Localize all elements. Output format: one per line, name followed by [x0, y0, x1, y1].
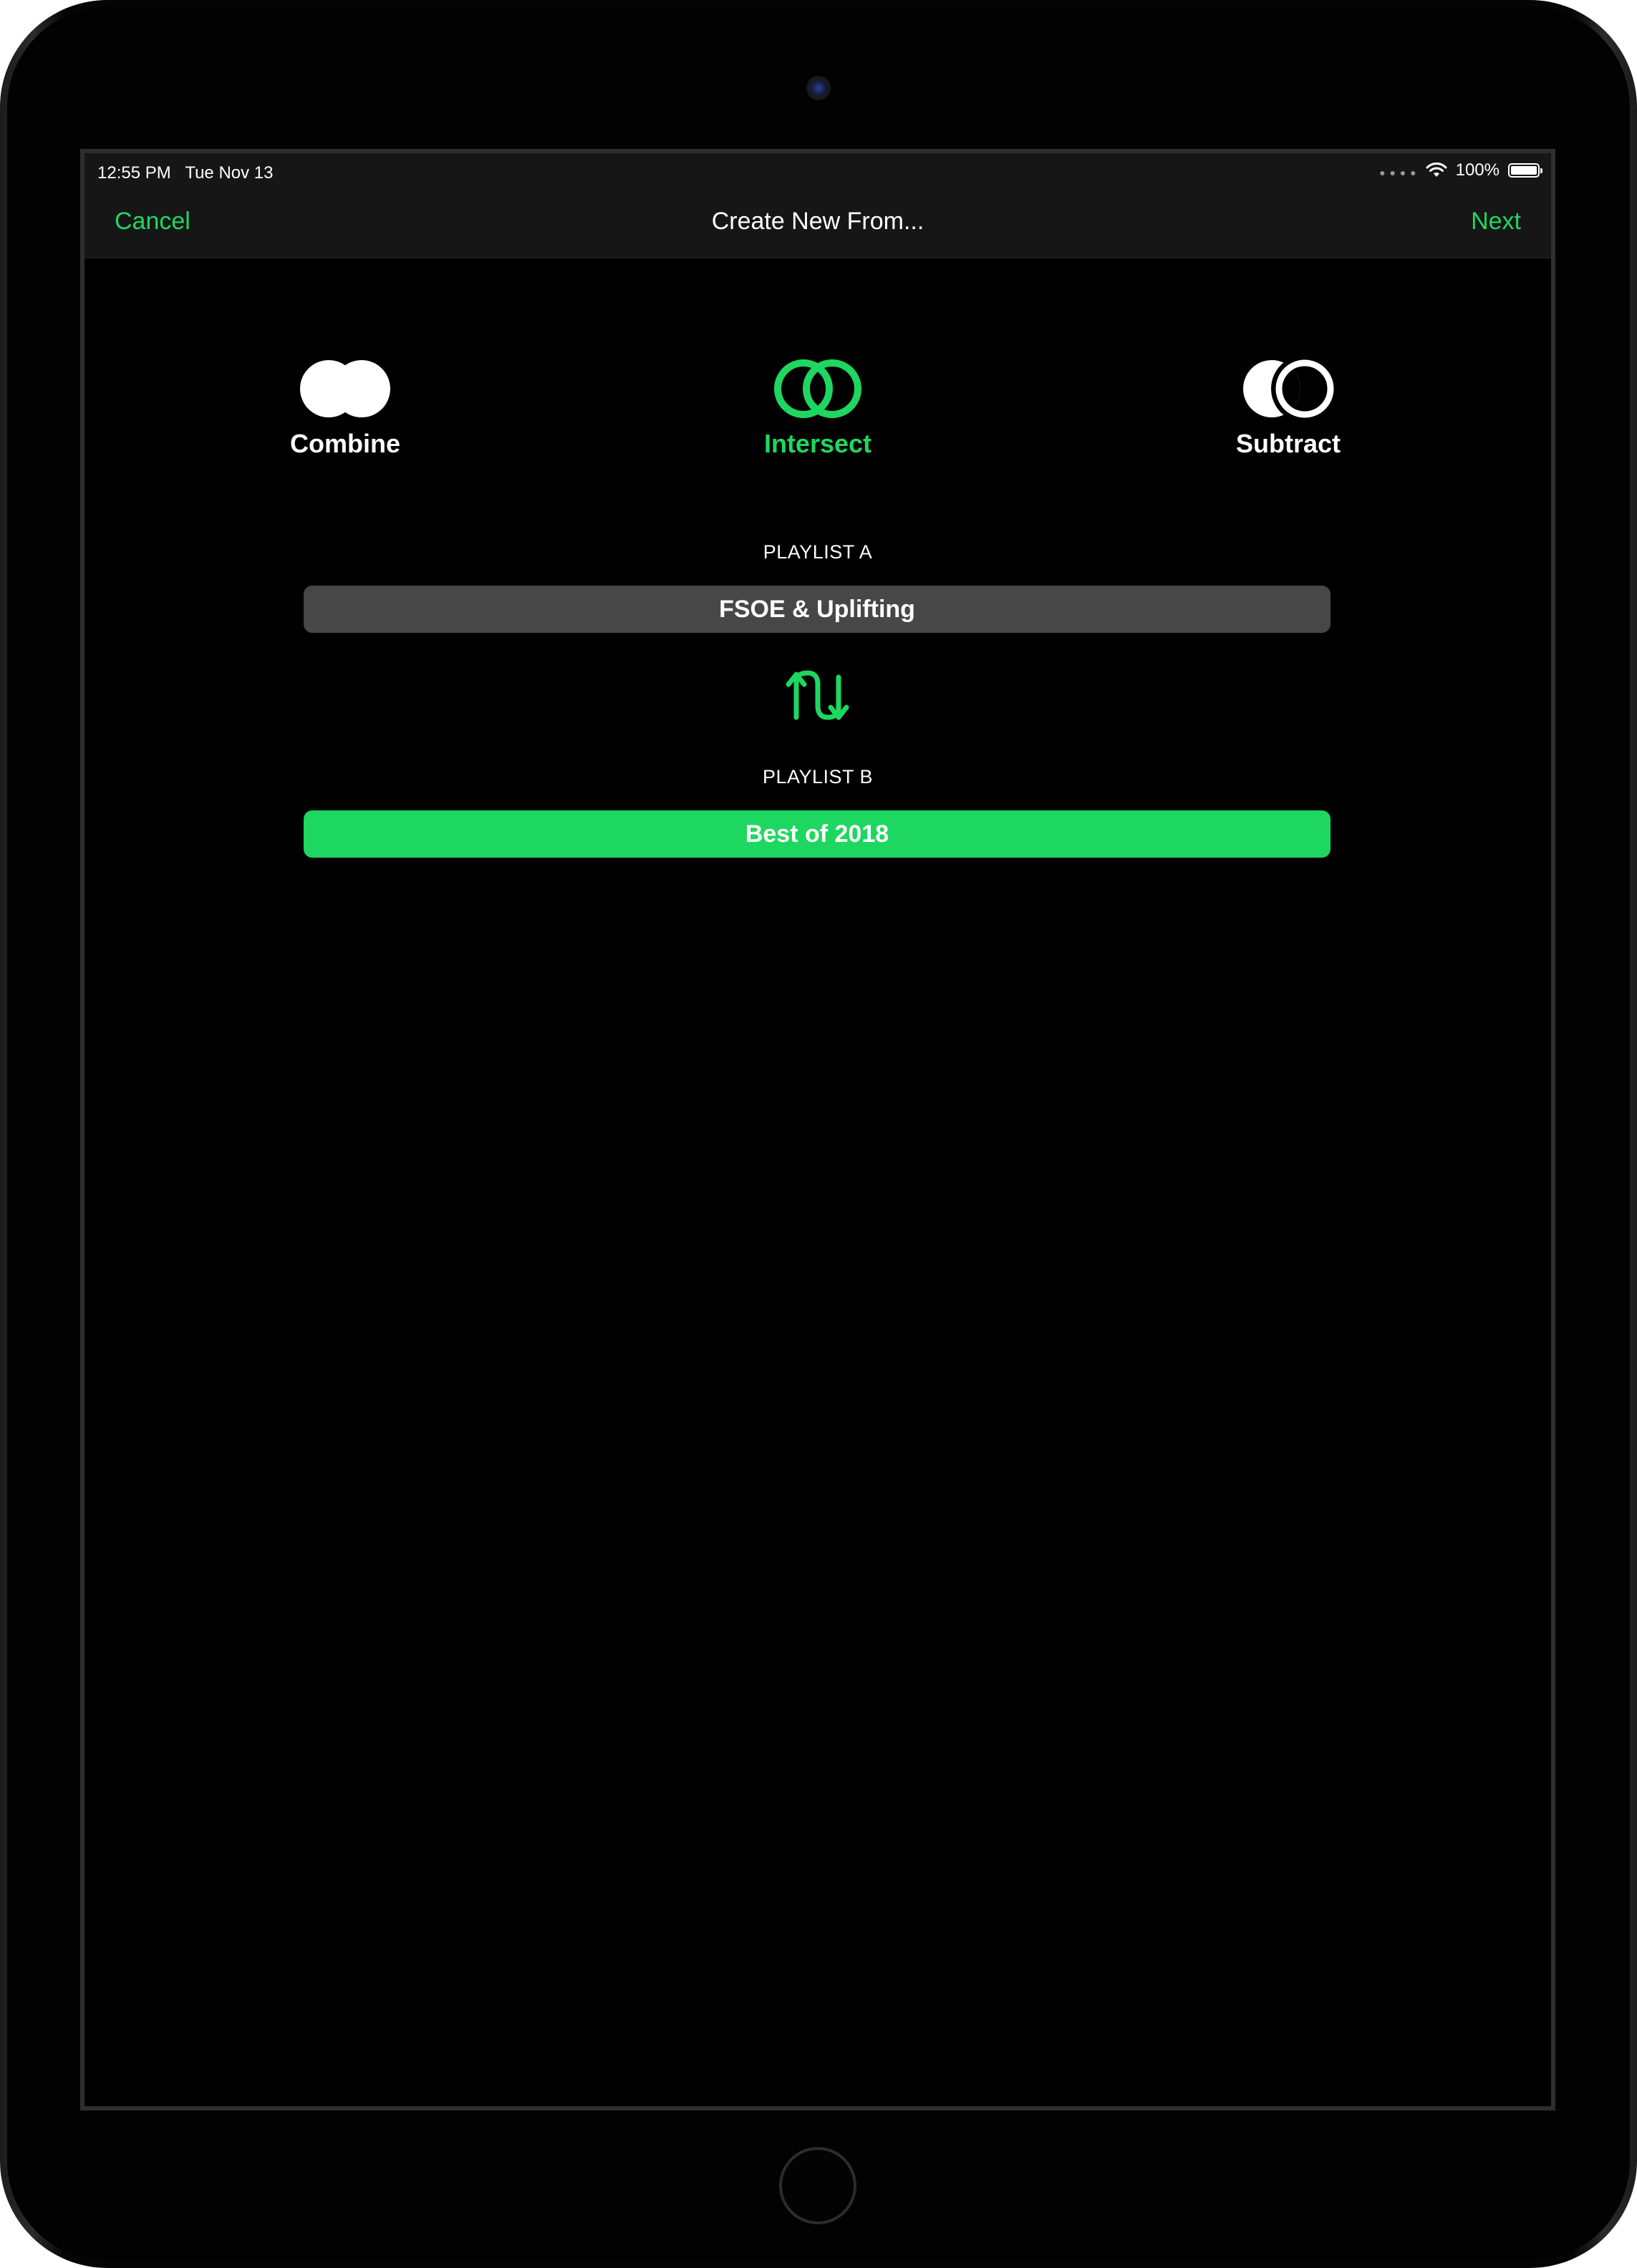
navigation-bar: Cancel Create New From... Next [84, 193, 1551, 258]
wifi-icon [1426, 163, 1447, 177]
ipad-frame: 12:55 PM Tue Nov 13 ● ● ● ● 100% Cancel … [0, 0, 1637, 2268]
operation-selector: Combine Intersect Subtract [84, 357, 1551, 472]
combine-option[interactable]: Combine [252, 357, 438, 459]
intersect-label: Intersect [763, 429, 872, 458]
swap-arrows-icon[interactable] [786, 667, 850, 724]
app-screen: 12:55 PM Tue Nov 13 ● ● ● ● 100% Cancel … [80, 149, 1555, 2110]
combine-label: Combine [289, 429, 400, 458]
status-bar: 12:55 PM Tue Nov 13 ● ● ● ● 100% [84, 153, 1551, 193]
subtract-icon [1243, 359, 1334, 418]
battery-percent: 100% [1455, 160, 1500, 180]
cellular-signal-icon: ● ● ● ● [1379, 167, 1417, 178]
playlist-b-heading: PLAYLIST B [762, 766, 874, 788]
playlist-a-heading: PLAYLIST A [763, 541, 873, 563]
next-button[interactable]: Next [1471, 208, 1521, 236]
battery-fill [1511, 166, 1537, 175]
intersect-option[interactable]: Intersect [725, 357, 911, 459]
status-indicators: ● ● ● ● 100% [1379, 160, 1544, 180]
battery-icon [1508, 163, 1542, 178]
front-camera [806, 76, 831, 100]
subtract-option[interactable]: Subtract [1195, 357, 1381, 459]
combine-icon [300, 360, 390, 417]
playlist-b-button[interactable]: Best of 2018 [304, 810, 1331, 858]
intersect-icon [774, 359, 861, 418]
status-time: 12:55 PM [97, 163, 171, 183]
subtract-label: Subtract [1235, 429, 1341, 458]
status-time-date: 12:55 PM Tue Nov 13 [97, 163, 274, 183]
status-date: Tue Nov 13 [185, 163, 274, 183]
home-button[interactable] [779, 2147, 856, 2224]
playlist-a-button[interactable]: FSOE & Uplifting [304, 586, 1331, 633]
page-title: Create New From... [711, 208, 924, 235]
